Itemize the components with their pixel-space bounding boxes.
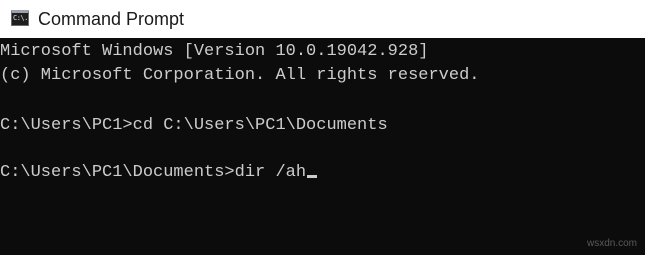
command-prompt-icon: C:\. xyxy=(11,10,29,26)
command-prompt-window: C:\. Command Prompt Microsoft Windows [V… xyxy=(0,0,645,255)
text-cursor xyxy=(307,175,318,178)
console-line-copyright: (c) Microsoft Corporation. All rights re… xyxy=(0,66,480,85)
console-area[interactable]: Microsoft Windows [Version 10.0.19042.92… xyxy=(0,38,645,255)
console-line-cd-command: C:\Users\PC1>cd C:\Users\PC1\Documents xyxy=(0,116,388,135)
window-title: Command Prompt xyxy=(38,9,185,29)
console-current-input: C:\Users\PC1\Documents>dir /ah xyxy=(0,163,307,182)
console-line-version: Microsoft Windows [Version 10.0.19042.92… xyxy=(0,42,429,61)
watermark: wsxdn.com xyxy=(586,238,637,249)
title-bar[interactable]: C:\. Command Prompt xyxy=(0,0,645,38)
console-line-current-command[interactable]: C:\Users\PC1\Documents>dir /ah xyxy=(0,163,318,183)
command-prompt-icon-glyph: C:\. xyxy=(13,14,28,22)
